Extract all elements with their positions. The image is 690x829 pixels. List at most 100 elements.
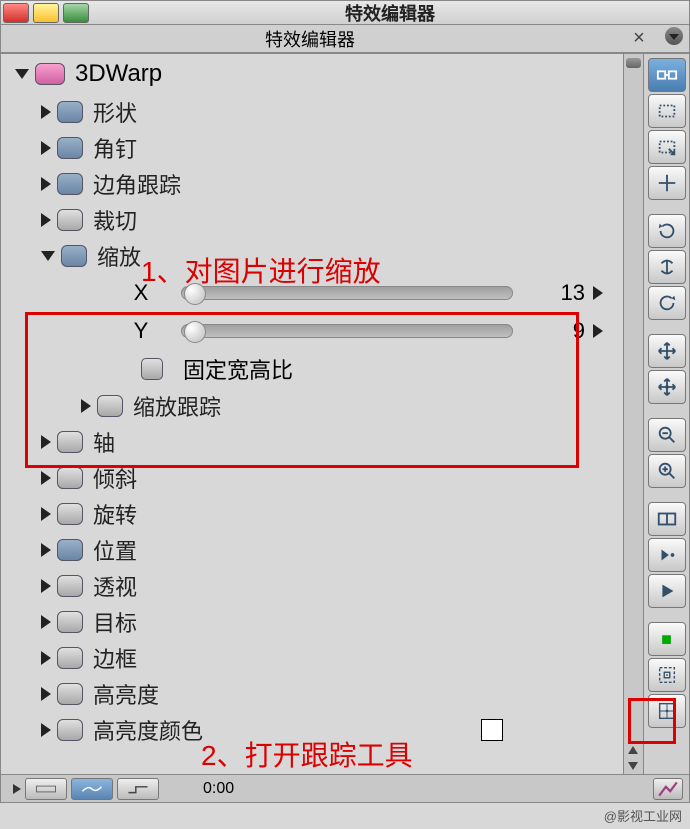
param-keyframe-icon[interactable] bbox=[57, 101, 83, 123]
graph-button[interactable] bbox=[653, 778, 683, 800]
slider-knob[interactable] bbox=[184, 283, 206, 305]
disclosure-right-icon[interactable] bbox=[41, 579, 51, 593]
param-keyframe-icon[interactable] bbox=[57, 647, 83, 669]
effect-panel: 3DWarp 形状 角钉 边角跟踪 裁切 缩放 X bbox=[0, 53, 624, 775]
tree-item-crop[interactable]: 裁切 bbox=[1, 202, 623, 238]
tool-rotate-axis[interactable] bbox=[648, 250, 686, 284]
disclosure-right-icon[interactable] bbox=[41, 213, 51, 227]
tab-dropdown[interactable] bbox=[659, 27, 689, 50]
maximize-button[interactable] bbox=[63, 3, 89, 23]
effect-icon bbox=[35, 63, 65, 85]
disclosure-right-icon[interactable] bbox=[41, 177, 51, 191]
value-y[interactable]: 9 bbox=[533, 318, 593, 344]
mode-step[interactable] bbox=[117, 778, 159, 800]
tool-zoom-out[interactable] bbox=[648, 418, 686, 452]
param-keyframe-icon[interactable] bbox=[57, 719, 83, 741]
tree-item-pin[interactable]: 角钉 bbox=[1, 130, 623, 166]
param-keyframe-icon[interactable] bbox=[57, 611, 83, 633]
tree-item-position[interactable]: 位置 bbox=[1, 532, 623, 568]
slider-x[interactable] bbox=[181, 286, 513, 300]
slider-y[interactable] bbox=[181, 324, 513, 338]
close-button[interactable] bbox=[3, 3, 29, 23]
mode-linear[interactable] bbox=[25, 778, 67, 800]
tree-item-skew[interactable]: 倾斜 bbox=[1, 460, 623, 496]
param-keyframe-icon[interactable] bbox=[97, 395, 123, 417]
play-icon[interactable] bbox=[13, 784, 21, 794]
tool-scale-rect[interactable] bbox=[648, 130, 686, 164]
tool-move-center[interactable] bbox=[648, 370, 686, 404]
tool-grid[interactable] bbox=[648, 694, 686, 728]
disclosure-right-icon[interactable] bbox=[81, 399, 91, 413]
param-keyframe-icon[interactable] bbox=[57, 503, 83, 525]
param-keyframe-icon[interactable] bbox=[57, 575, 83, 597]
minimize-button[interactable] bbox=[33, 3, 59, 23]
value-x[interactable]: 13 bbox=[533, 280, 593, 306]
tree-label: 高亮度颜色 bbox=[93, 714, 203, 746]
scroll-thumb[interactable] bbox=[626, 58, 641, 68]
param-keyframe-icon[interactable] bbox=[57, 173, 83, 195]
tool-rotate-cw[interactable] bbox=[648, 214, 686, 248]
tree-item-corner-track[interactable]: 边角跟踪 bbox=[1, 166, 623, 202]
scroll-down-icon[interactable] bbox=[628, 762, 638, 770]
tool-move[interactable] bbox=[648, 334, 686, 368]
tool-play[interactable] bbox=[648, 574, 686, 608]
disclosure-right-icon[interactable] bbox=[41, 507, 51, 521]
tool-rotate-ccw[interactable] bbox=[648, 286, 686, 320]
disclosure-down-icon[interactable] bbox=[41, 251, 55, 261]
param-keyframe-icon[interactable] bbox=[57, 137, 83, 159]
param-label-y: Y bbox=[121, 318, 161, 344]
param-scale-x: X 13 bbox=[1, 274, 623, 312]
param-lock-aspect[interactable]: 固定宽高比 bbox=[1, 350, 623, 388]
tree-item-rotate[interactable]: 旋转 bbox=[1, 496, 623, 532]
tool-outline[interactable] bbox=[648, 94, 686, 128]
param-keyframe-icon[interactable] bbox=[57, 467, 83, 489]
tab-effects-editor[interactable]: 特效编辑器 bbox=[1, 26, 619, 52]
scrollbar[interactable] bbox=[624, 53, 644, 775]
disclosure-right-icon[interactable] bbox=[41, 435, 51, 449]
tree-root[interactable]: 3DWarp bbox=[1, 54, 623, 94]
tree-label: 裁切 bbox=[93, 204, 137, 236]
slider-knob[interactable] bbox=[184, 321, 206, 343]
param-keyframe-icon[interactable] bbox=[57, 209, 83, 231]
disclosure-right-icon[interactable] bbox=[41, 471, 51, 485]
tab-close-icon[interactable]: × bbox=[619, 27, 659, 50]
param-keyframe-icon[interactable] bbox=[61, 245, 87, 267]
tool-zoom-in[interactable] bbox=[648, 454, 686, 488]
tree-item-axis[interactable]: 轴 bbox=[1, 424, 623, 460]
tool-play-keyframe[interactable] bbox=[648, 538, 686, 572]
param-scale-y: Y 9 bbox=[1, 312, 623, 350]
tree-label: 透视 bbox=[93, 570, 137, 602]
tree-item-perspective[interactable]: 透视 bbox=[1, 568, 623, 604]
disclosure-right-icon[interactable] bbox=[41, 615, 51, 629]
tool-tracking[interactable] bbox=[648, 658, 686, 692]
tree-item-scale[interactable]: 缩放 bbox=[1, 238, 623, 274]
tool-green[interactable]: ■ bbox=[648, 622, 686, 656]
disclosure-right-icon[interactable] bbox=[41, 651, 51, 665]
tool-transition[interactable] bbox=[648, 58, 686, 92]
stepper-icon[interactable] bbox=[593, 324, 603, 338]
tree-item-shape[interactable]: 形状 bbox=[1, 94, 623, 130]
param-keyframe-icon[interactable] bbox=[57, 431, 83, 453]
stepper-icon[interactable] bbox=[593, 286, 603, 300]
disclosure-right-icon[interactable] bbox=[41, 687, 51, 701]
param-keyframe-icon[interactable] bbox=[57, 683, 83, 705]
tree-item-highlight-color[interactable]: 高亮度颜色 bbox=[1, 712, 623, 748]
mode-curve[interactable] bbox=[71, 778, 113, 800]
tree-label: 旋转 bbox=[93, 498, 137, 530]
param-keyframe-icon[interactable] bbox=[57, 539, 83, 561]
tree-item-highlight[interactable]: 高亮度 bbox=[1, 676, 623, 712]
disclosure-down-icon[interactable] bbox=[15, 69, 29, 79]
disclosure-right-icon[interactable] bbox=[41, 141, 51, 155]
tree-item-target[interactable]: 目标 bbox=[1, 604, 623, 640]
checkbox-icon[interactable] bbox=[141, 358, 163, 380]
disclosure-right-icon[interactable] bbox=[41, 105, 51, 119]
disclosure-right-icon[interactable] bbox=[41, 723, 51, 737]
disclosure-right-icon[interactable] bbox=[41, 543, 51, 557]
tree-root-label: 3DWarp bbox=[75, 60, 162, 88]
tool-split-view[interactable] bbox=[648, 502, 686, 536]
color-swatch[interactable] bbox=[481, 719, 503, 741]
tool-crosshair[interactable] bbox=[648, 166, 686, 200]
scroll-up-icon[interactable] bbox=[628, 746, 638, 754]
tree-item-border[interactable]: 边框 bbox=[1, 640, 623, 676]
tree-item-scale-track[interactable]: 缩放跟踪 bbox=[1, 388, 623, 424]
